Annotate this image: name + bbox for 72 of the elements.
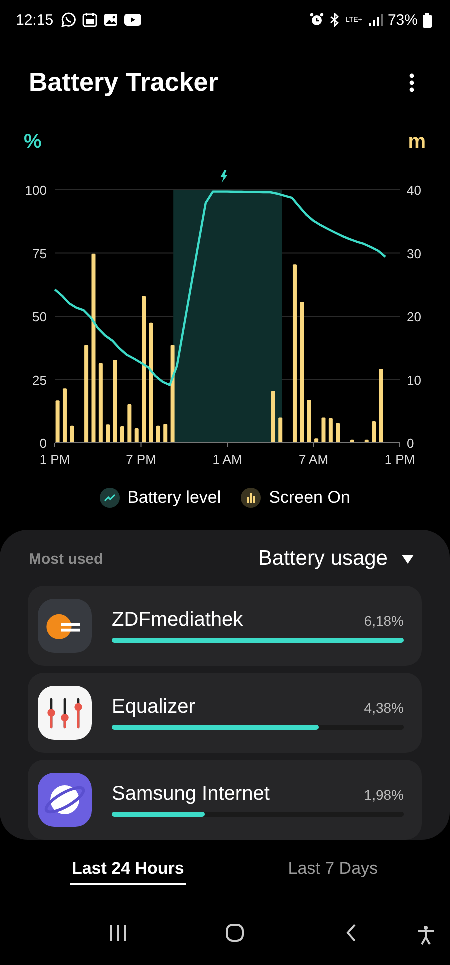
legend-bars-icon [241, 488, 262, 508]
axis-label: 75 [32, 246, 47, 262]
bar [307, 400, 312, 443]
status-time: 12:15 [16, 12, 54, 28]
bar [271, 391, 276, 443]
app-usage-card[interactable]: ZDFmediathek 6,18% [28, 586, 422, 666]
bar [63, 388, 67, 443]
axis-label: 50 [32, 310, 47, 324]
bar [128, 404, 132, 443]
usage-percent: 4,38% [364, 700, 404, 716]
axis-unit: % [24, 131, 42, 154]
image-icon [102, 12, 119, 28]
battery-icon [423, 12, 432, 28]
planet-icon [38, 773, 92, 827]
axis-label: 25 [32, 372, 47, 388]
signal-icon [368, 14, 383, 26]
bar [364, 440, 369, 443]
calendar-icon [82, 12, 98, 28]
usage-percent: 1,98% [364, 787, 404, 803]
bar [156, 426, 160, 443]
battery-percent: 73% [388, 12, 418, 28]
axis-label: 1 PM [384, 452, 416, 467]
bar [106, 424, 110, 443]
caret-icon [402, 554, 414, 564]
section-heading: Most used [28, 550, 104, 568]
app-usage-card[interactable]: Equalizer 4,38% [28, 673, 422, 753]
bar [314, 438, 319, 443]
axis-label: 1 PM [40, 452, 70, 467]
legend-label: Screen On [269, 488, 350, 508]
axis-label: 20 [407, 310, 422, 324]
axis-unit: m [408, 131, 426, 154]
bar [278, 418, 283, 443]
bar [164, 424, 168, 443]
chat-icon [60, 12, 77, 28]
bar [372, 422, 376, 443]
play-icon [124, 13, 142, 27]
axis-label: 10 [407, 372, 422, 388]
recent-apps-icon[interactable] [108, 924, 128, 942]
home-icon[interactable] [224, 924, 245, 942]
axis-label: 7 AM [298, 452, 329, 467]
accessibility-icon[interactable] [417, 925, 435, 945]
period-tab[interactable]: Last 7 Days [286, 855, 380, 885]
axis-label: 1 AM [212, 452, 242, 467]
bar [328, 418, 333, 443]
bar [350, 440, 354, 443]
app-name: Equalizer [112, 696, 196, 719]
alarm-icon [310, 13, 324, 27]
axis-label: 40 [407, 183, 422, 198]
axis-label: 7 PM [126, 452, 156, 467]
period-tab[interactable]: Last 24 Hours [70, 855, 186, 885]
app-icon [38, 599, 92, 653]
bar [322, 418, 326, 443]
equalizer-icon [38, 686, 92, 740]
bar [336, 423, 340, 443]
app-name: Samsung Internet [112, 783, 270, 806]
axis-label: 100 [25, 183, 47, 198]
legend-label: Battery level [128, 488, 222, 508]
more-options-icon[interactable] [409, 72, 415, 92]
app-usage-card[interactable]: Samsung Internet 1,98% [28, 760, 422, 840]
bluetooth-icon [328, 13, 341, 27]
axis-label: 30 [407, 246, 422, 262]
sort-dropdown[interactable]: Battery usage [258, 547, 422, 571]
bar [70, 426, 74, 443]
lightning-icon [220, 170, 228, 183]
bar [134, 428, 139, 443]
bar [56, 400, 60, 443]
axis-label: 0 [40, 436, 47, 451]
usage-percent: 6,18% [364, 613, 404, 629]
bar [120, 426, 124, 443]
app-name: ZDFmediathek [112, 609, 244, 632]
axis-label: 0 [407, 436, 414, 451]
page-title: Battery Tracker [29, 67, 218, 98]
